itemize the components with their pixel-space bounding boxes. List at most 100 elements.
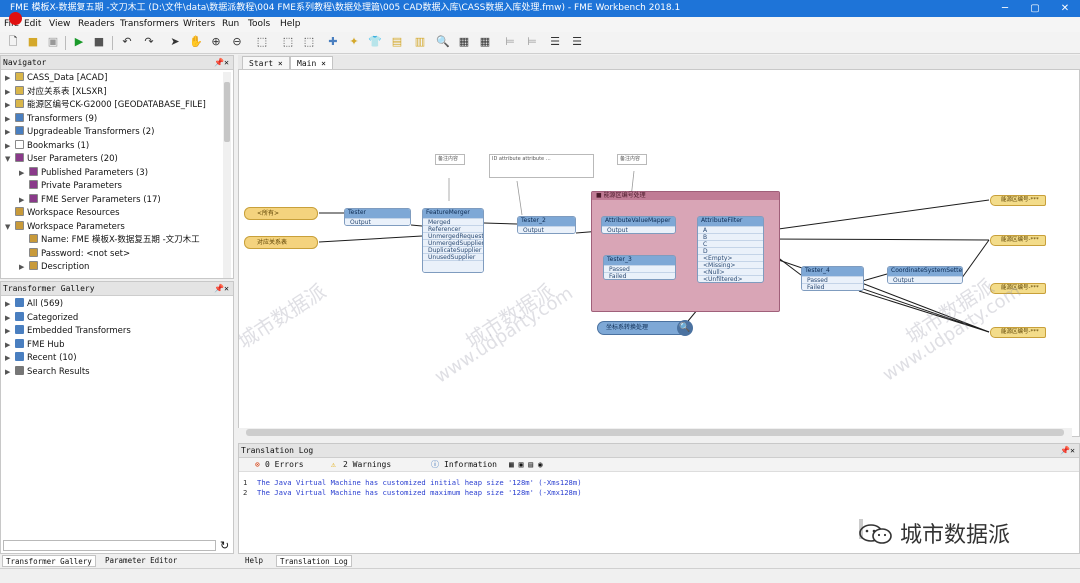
pin-icon[interactable]: 📌✕ <box>214 56 229 70</box>
navigator-item[interactable]: ▶ Published Parameters (3) <box>19 166 148 180</box>
navigator-item[interactable]: ▶ 对应关系表 [XLSXR] <box>5 85 107 99</box>
open-icon[interactable]: ■ <box>26 35 40 49</box>
bookmark-icon[interactable]: ▥ <box>413 35 427 49</box>
expand-arrow-icon[interactable]: ▶ <box>5 312 10 325</box>
close-button[interactable]: ✕ <box>1050 0 1080 17</box>
gallery-item[interactable]: ▶ Embedded Transformers <box>5 325 131 338</box>
reader-cass[interactable]: <所有> <box>244 207 318 220</box>
transformer-featuremerger[interactable]: FeatureMerger Merged Referencer Unmerged… <box>422 208 484 273</box>
chart2-icon[interactable]: ▦ <box>478 35 492 49</box>
new-icon[interactable]: 🗋 <box>6 35 20 49</box>
errors-filter[interactable]: 0 Errors <box>265 458 304 472</box>
align-bottom-icon[interactable]: ☰ <box>570 35 584 49</box>
reader-excel[interactable]: 对应关系表 <box>244 236 318 249</box>
expand-arrow-icon[interactable]: ▶ <box>19 261 24 274</box>
pan-icon[interactable]: ✋ <box>189 35 203 49</box>
navigator-item[interactable]: ▼ Workspace Parameters <box>5 220 125 234</box>
navigator-item[interactable]: ▶ Description <box>19 261 89 274</box>
zoom-window-icon[interactable]: ⬚ <box>302 35 316 49</box>
writer-feature-type[interactable]: 能源区编号-*** <box>990 327 1046 338</box>
zoom-out-icon[interactable]: ⊖ <box>230 35 244 49</box>
pin-icon[interactable]: 📌✕ <box>214 282 229 296</box>
navigator-item[interactable]: Name: FME 模板X-数据复五期 -文刀木工 <box>29 234 200 247</box>
tab-start[interactable]: Start × <box>242 56 290 69</box>
navigator-item[interactable]: Workspace Resources <box>15 207 120 220</box>
navigator-item[interactable]: ▶ Transformers (9) <box>5 112 97 126</box>
transformer-attributevaluemapper[interactable]: AttributeValueMapper Output <box>601 216 676 234</box>
expand-arrow-icon[interactable]: ▶ <box>5 113 10 126</box>
annotation[interactable]: 备注内容 <box>617 154 647 165</box>
align-top-icon[interactable]: ☰ <box>548 35 562 49</box>
transformer-tester-4[interactable]: Tester_4 Passed Failed <box>801 266 864 291</box>
expand-arrow-icon[interactable]: ▶ <box>5 99 10 112</box>
zoom-extents-icon[interactable]: ⬚ <box>255 35 269 49</box>
expand-arrow-icon[interactable]: ▶ <box>5 140 10 153</box>
menu-run[interactable]: Run <box>222 17 239 32</box>
navigator-scrollbar[interactable] <box>223 72 231 278</box>
menu-edit[interactable]: Edit <box>24 17 41 32</box>
navigator-item[interactable]: ▶ FME Server Parameters (17) <box>19 193 161 207</box>
writer-feature-type[interactable]: 能源区编号-*** <box>990 235 1046 246</box>
add-transformer-icon[interactable]: ✦ <box>347 35 361 49</box>
align-right-icon[interactable]: ⊨ <box>525 35 539 49</box>
save-icon[interactable]: ▣ <box>46 35 60 49</box>
select-icon[interactable]: ➤ <box>168 35 182 49</box>
navigator-item[interactable]: ▶ CASS_Data [ACAD] <box>5 72 107 85</box>
menu-view[interactable]: View <box>49 17 70 32</box>
redo-icon[interactable]: ↷ <box>142 35 156 49</box>
tab-transformer-gallery[interactable]: Transformer Gallery <box>2 555 96 567</box>
expand-arrow-icon[interactable]: ▶ <box>19 167 24 180</box>
chart-icon[interactable]: ▦ <box>457 35 471 49</box>
expand-arrow-icon[interactable]: ▼ <box>5 221 10 234</box>
undo-icon[interactable]: ↶ <box>120 35 134 49</box>
navigator-item[interactable]: ▶ Upgradeable Transformers (2) <box>5 126 154 139</box>
transformer-tester-2[interactable]: Tester_2 Output <box>517 216 576 234</box>
expand-arrow-icon[interactable]: ▶ <box>19 194 24 207</box>
information-filter[interactable]: Information <box>444 458 497 472</box>
menu-help[interactable]: Help <box>280 17 301 32</box>
expand-arrow-icon[interactable]: ▶ <box>5 86 10 99</box>
inspector-icon[interactable]: 🔍 <box>436 35 450 49</box>
zoom-in-icon[interactable]: ⊕ <box>209 35 223 49</box>
expand-arrow-icon[interactable]: ▶ <box>5 126 10 139</box>
minimize-button[interactable]: ─ <box>990 0 1020 17</box>
gallery-search-input[interactable] <box>3 540 216 551</box>
pin-icon[interactable]: 📌✕ <box>1060 444 1075 458</box>
tab-translation-log[interactable]: Translation Log <box>276 555 352 567</box>
align-left-icon[interactable]: ⊨ <box>503 35 517 49</box>
zoom-selected-icon[interactable]: ⬚ <box>281 35 295 49</box>
log-tools-icon[interactable]: ▦ ▣ ▤ ◉ <box>509 458 543 472</box>
navigator-item[interactable]: ▶ 能源区编号CK-G2000 [GEODATABASE_FILE] <box>5 99 206 112</box>
gallery-item[interactable]: ▶ All (569) <box>5 298 63 311</box>
writer-feature-type[interactable]: 能源区编号-*** <box>990 195 1046 206</box>
navigator-item[interactable]: ▼ User Parameters (20) <box>5 153 118 166</box>
navigator-item[interactable]: Private Parameters <box>29 180 122 193</box>
navigator-item[interactable]: Password: <not set> <box>29 247 130 261</box>
tab-parameter-editor[interactable]: Parameter Editor <box>102 555 180 567</box>
gallery-item[interactable]: ▶ FME Hub <box>5 338 64 352</box>
transformer-tester-3[interactable]: Tester_3 Passed Failed <box>603 255 676 280</box>
add-writer-icon[interactable]: 👕 <box>368 35 382 49</box>
refresh-icon[interactable]: ↻ <box>220 539 229 552</box>
expand-arrow-icon[interactable]: ▶ <box>5 325 10 338</box>
workspace-canvas[interactable]: <所有> 对应关系表 备注内容 ID attribute attribute …… <box>238 69 1080 437</box>
stop-icon[interactable]: ■ <box>92 35 106 49</box>
gallery-item[interactable]: ▶ Categorized <box>5 311 78 325</box>
menu-readers[interactable]: Readers <box>78 17 115 32</box>
gallery-item[interactable]: ▶ Search Results <box>5 366 90 379</box>
menu-writers[interactable]: Writers <box>183 17 215 32</box>
menu-tools[interactable]: Tools <box>248 17 270 32</box>
annotation[interactable]: 备注内容 <box>435 154 465 165</box>
add-reader-icon[interactable]: ✚ <box>326 35 340 49</box>
expand-arrow-icon[interactable]: ▶ <box>5 72 10 85</box>
tab-help[interactable]: Help <box>242 555 266 567</box>
writer-feature-type[interactable]: 能源区编号-*** <box>990 283 1046 294</box>
run-icon[interactable]: ▶ <box>72 35 86 49</box>
warnings-filter[interactable]: 2 Warnings <box>343 458 391 472</box>
transformer-attributefilter[interactable]: AttributeFilter A B C D <Empty> <Missing… <box>697 216 764 283</box>
expand-arrow-icon[interactable]: ▶ <box>5 366 10 379</box>
maximize-button[interactable]: ▢ <box>1020 0 1050 17</box>
transformer-tester[interactable]: Tester Output <box>344 208 411 226</box>
inspector-sink[interactable]: 坐标系转换处理 🔍 <box>597 320 693 336</box>
annotation-table[interactable]: ID attribute attribute … <box>489 154 594 178</box>
